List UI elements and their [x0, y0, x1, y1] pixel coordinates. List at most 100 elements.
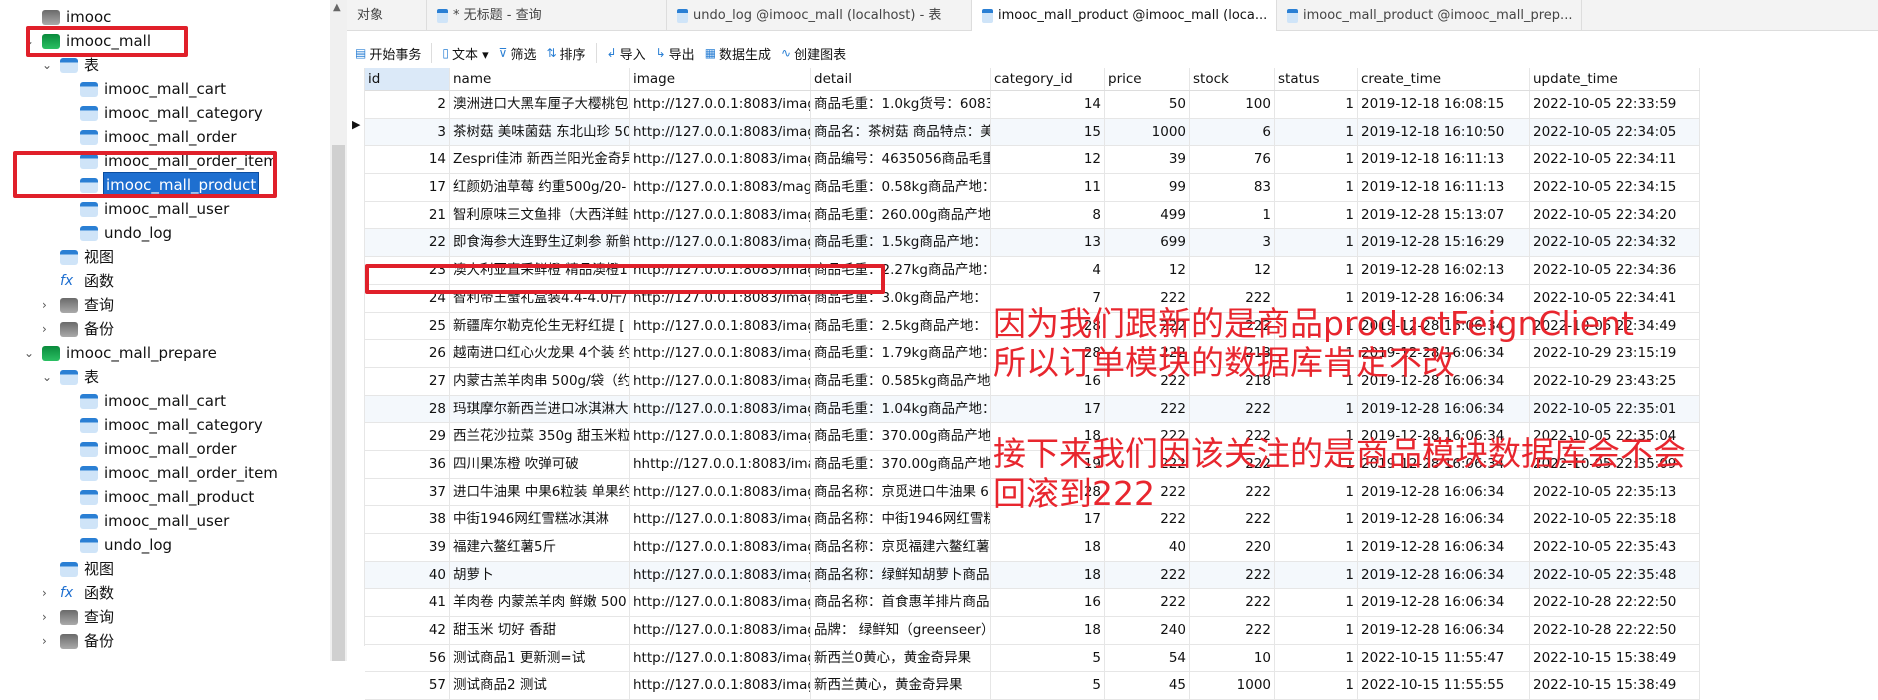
tab-3[interactable]: imooc_mall_product @imooc_mall (loca...	[972, 0, 1277, 31]
table-row[interactable]: 57 测试商品2 测试 http://127.0.0.1:8083/image 新西兰…	[365, 672, 1700, 700]
cell-create_time[interactable]: 2019-12-18 16:08:15	[1358, 91, 1530, 118]
tab-4[interactable]: imooc_mall_product @imooc_mall_prep...	[1277, 0, 1582, 31]
cell-name[interactable]: 四川果冻橙 吹弹可破	[450, 450, 630, 478]
sidebar-item-imooc_mall_cart[interactable]: imooc_mall_cart	[80, 77, 226, 101]
cell-price[interactable]: 240	[1105, 617, 1190, 644]
cell-stock[interactable]: 6	[1190, 118, 1275, 146]
cell-image[interactable]: http://127.0.0.1:8083/image	[630, 534, 811, 561]
cell-category_id[interactable]: 18	[991, 617, 1105, 644]
cell-detail[interactable]: 商品毛重：1.04kg商品产地：	[811, 395, 991, 423]
cell-detail[interactable]: 商品毛重：1.5kg商品产地：	[811, 229, 991, 257]
cell-id[interactable]: 41	[365, 589, 450, 617]
cell-image[interactable]: http://127.0.0.1:8083/image	[630, 340, 811, 367]
cell-price[interactable]: 699	[1105, 229, 1190, 257]
cell-stock[interactable]: 222	[1190, 395, 1275, 423]
cell-price[interactable]: 99	[1105, 174, 1190, 201]
table-row[interactable]: 40 胡萝卜 http://127.0.0.1:8083/image 商品名称：绿鲜知…	[365, 561, 1700, 590]
cell-image[interactable]: http://127.0.0.1:8083/image	[630, 423, 811, 450]
cell-id[interactable]: 25	[365, 312, 450, 340]
cell-id[interactable]: 26	[365, 340, 450, 367]
sidebar-scrollbar[interactable]: ▲	[330, 0, 347, 661]
cell-status[interactable]: 1	[1275, 229, 1358, 257]
column-header-category_id[interactable]: category_id	[991, 68, 1105, 90]
tab-1[interactable]: * 无标题 - 查询	[427, 0, 667, 31]
cell-create_time[interactable]: 2019-12-28 16:06:34	[1358, 561, 1530, 589]
cell-id[interactable]: 37	[365, 478, 450, 506]
cell-id[interactable]: 56	[365, 644, 450, 672]
cell-price[interactable]: 12	[1105, 257, 1190, 284]
cell-create_time[interactable]: 2019-12-18 16:11:13	[1358, 146, 1530, 174]
cell-detail[interactable]: 商品毛重：1.79kg商品产地：	[811, 340, 991, 367]
cell-name[interactable]: 甜玉米 切好 香甜	[450, 617, 630, 644]
scroll-up-icon[interactable]: ▲	[333, 2, 341, 13]
cell-create_time[interactable]: 2022-10-15 11:55:55	[1358, 672, 1530, 700]
cell-image[interactable]: http://127.0.0.1:8083/image	[630, 118, 811, 146]
cell-detail[interactable]: 商品毛重：0.58kg商品产地：	[811, 174, 991, 201]
cell-name[interactable]: 进口牛油果 中果6粒装 单果约	[450, 478, 630, 506]
cell-id[interactable]: 3	[365, 118, 450, 146]
cell-image[interactable]: http://127.0.0.1:8083/image	[630, 506, 811, 533]
cell-name[interactable]: 西兰花沙拉菜 350g 甜玉米粒	[450, 423, 630, 450]
cell-stock[interactable]: 222	[1190, 589, 1275, 617]
cell-name[interactable]: 测试商品1 更新测=试	[450, 644, 630, 672]
cell-stock[interactable]: 222	[1190, 561, 1275, 589]
cell-update_time[interactable]: 2022-10-05 22:34:11	[1530, 146, 1700, 174]
cell-stock[interactable]: 83	[1190, 174, 1275, 201]
cell-detail[interactable]: 商品编号：4635056商品毛重	[811, 146, 991, 174]
table-row[interactable]: 22 即食海参大连野生辽刺参 新鲜 http://127.0.0.1:8083/im…	[365, 229, 1700, 258]
chevron-down-icon[interactable]: ⌄	[24, 341, 34, 365]
toolbar-button-2[interactable]: ⊽ 筛选	[499, 44, 537, 63]
cell-id[interactable]: 17	[365, 174, 450, 201]
cell-status[interactable]: 1	[1275, 91, 1358, 118]
cell-update_time[interactable]: 2022-10-28 22:22:50	[1530, 589, 1700, 617]
cell-create_time[interactable]: 2019-12-28 16:02:13	[1358, 257, 1530, 284]
cell-detail[interactable]: 商品毛重：2.5kg商品产地：	[811, 312, 991, 340]
chevron-right-icon[interactable]: ›	[42, 317, 47, 341]
cell-name[interactable]: 智利原味三文鱼排（大西洋鲑	[450, 201, 630, 229]
cell-detail[interactable]: 新西兰黄心，黄金奇异果	[811, 672, 991, 700]
cell-create_time[interactable]: 2019-12-28 15:16:29	[1358, 229, 1530, 257]
table-row[interactable]: 42 甜玉米 切好 香甜 http://127.0.0.1:8083/image 品牌…	[365, 617, 1700, 645]
cell-stock[interactable]: 76	[1190, 146, 1275, 174]
cell-name[interactable]: Zespri佳沛 新西兰阳光金奇异	[450, 146, 630, 174]
cell-create_time[interactable]: 2022-10-15 11:55:47	[1358, 644, 1530, 672]
cell-detail[interactable]: 商品毛重：1.0kg货号：6083	[811, 91, 991, 118]
cell-update_time[interactable]: 2022-10-29 23:43:25	[1530, 367, 1700, 395]
cell-status[interactable]: 1	[1275, 589, 1358, 617]
cell-status[interactable]: 1	[1275, 506, 1358, 533]
sidebar-item-imooc_mall_category[interactable]: imooc_mall_category	[80, 101, 263, 125]
cell-image[interactable]: hhttp://127.0.0.1:8083/imag	[630, 450, 811, 478]
toolbar-button-3[interactable]: ⇅ 排序	[546, 44, 585, 63]
cell-image[interactable]: http://127.0.0.1:8083/image	[630, 312, 811, 340]
cell-stock[interactable]: 220	[1190, 534, 1275, 561]
cell-update_time[interactable]: 2022-10-05 22:35:13	[1530, 478, 1700, 506]
cell-image[interactable]: http://127.0.0.1:8083/image	[630, 644, 811, 672]
cell-id[interactable]: 39	[365, 534, 450, 561]
cell-image[interactable]: http://127.0.0.1:8083/mage	[630, 174, 811, 201]
cell-status[interactable]: 1	[1275, 478, 1358, 506]
scrollbar-thumb[interactable]	[332, 145, 345, 661]
sidebar-item-[interactable]: › 备份	[42, 629, 114, 653]
chevron-right-icon[interactable]: ›	[42, 629, 47, 653]
cell-id[interactable]: 14	[365, 146, 450, 174]
cell-create_time[interactable]: 2019-12-28 16:06:34	[1358, 506, 1530, 533]
sidebar-item-[interactable]: 视图	[60, 557, 114, 581]
cell-id[interactable]: 38	[365, 506, 450, 533]
cell-stock[interactable]: 222	[1190, 478, 1275, 506]
cell-name[interactable]: 羊肉卷 内蒙羔羊肉 鲜嫩 500	[450, 589, 630, 617]
cell-stock[interactable]: 222	[1190, 617, 1275, 644]
cell-update_time[interactable]: 2022-10-05 22:34:36	[1530, 257, 1700, 284]
cell-category_id[interactable]: 14	[991, 91, 1105, 118]
cell-status[interactable]: 1	[1275, 146, 1358, 174]
cell-status[interactable]: 1	[1275, 561, 1358, 589]
cell-create_time[interactable]: 2019-12-28 16:06:34	[1358, 478, 1530, 506]
cell-category_id[interactable]: 18	[991, 561, 1105, 589]
cell-price[interactable]: 222	[1105, 395, 1190, 423]
cell-name[interactable]: 内蒙古羔羊肉串 500g/袋（约	[450, 367, 630, 395]
cell-update_time[interactable]: 2022-10-05 22:35:01	[1530, 395, 1700, 423]
cell-category_id[interactable]: 13	[991, 229, 1105, 257]
cell-image[interactable]: http://127.0.0.1:8083/image	[630, 478, 811, 506]
cell-create_time[interactable]: 2019-12-28 16:06:34	[1358, 534, 1530, 561]
cell-create_time[interactable]: 2019-12-18 16:10:50	[1358, 118, 1530, 146]
tab-2[interactable]: undo_log @imooc_mall (localhost) - 表	[667, 0, 972, 31]
